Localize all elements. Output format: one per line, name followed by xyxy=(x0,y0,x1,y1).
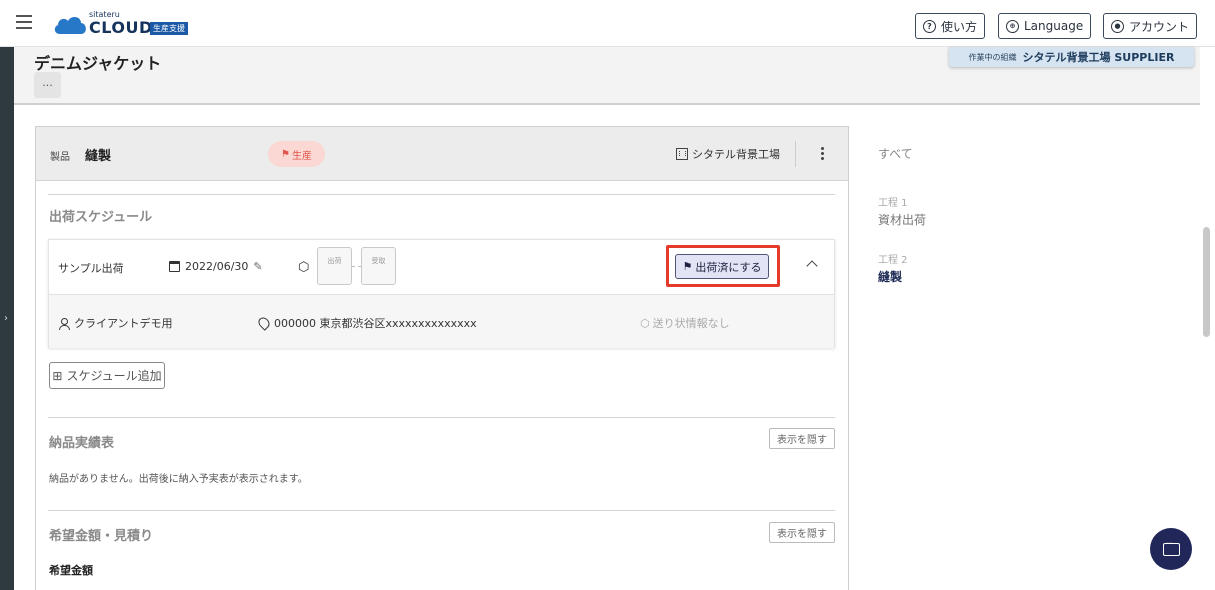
logo-text: CLOUD xyxy=(89,18,153,37)
step-receive: 受取 xyxy=(361,247,396,285)
step-receive-label: 受取 xyxy=(371,257,386,265)
current-org-banner: 作業中の組織 シタテル背景工場 SUPPLIER xyxy=(949,47,1194,67)
package-icon: ⬡ xyxy=(298,260,310,275)
mark-shipped-label: 出荷済にする xyxy=(695,260,762,274)
account-label: アカウント xyxy=(1129,19,1190,34)
hide-estimate-button[interactable]: 表示を隠す xyxy=(769,522,835,543)
divider xyxy=(48,194,835,195)
delivery-record-title: 納品実績表 xyxy=(49,436,115,451)
status-badge: ⚑ 生産 xyxy=(268,141,325,167)
flag-icon: ⚑ xyxy=(281,148,290,160)
date-value: 2022/06/30 xyxy=(185,260,249,273)
sidebar-item-material-shipping[interactable]: 資材出荷 xyxy=(878,211,926,228)
process-card: 製品 縫製 ⚑ 生産 シタテル背景工場 xyxy=(35,126,849,590)
factory-info: シタテル背景工場 xyxy=(676,146,780,162)
process-name: 縫製 xyxy=(85,149,112,164)
language-label: Language xyxy=(1024,19,1084,33)
mark-shipped-button[interactable]: ⚑ 出荷済にする xyxy=(675,254,769,279)
app-logo[interactable]: sitateru CLOUD 生産支援 xyxy=(52,10,202,38)
chat-icon xyxy=(1162,539,1180,556)
address-text: 000000 東京都渋谷区xxxxxxxxxxxxxx xyxy=(274,317,477,330)
cloud-logo-icon xyxy=(54,17,86,34)
chevron-up-icon[interactable] xyxy=(806,258,818,270)
step-ship-label: 出荷 xyxy=(327,257,342,265)
card-header: 製品 縫製 ⚑ 生産 シタテル背景工場 xyxy=(36,127,848,181)
question-icon: ? xyxy=(923,19,936,33)
sidebar-item-sewing[interactable]: 縫製 xyxy=(878,268,902,285)
step-number: 工程 1 xyxy=(878,198,908,209)
package-icon: ⬡ xyxy=(640,316,650,330)
factory-name: シタテル背景工場 xyxy=(692,148,780,161)
step-number: 工程 2 xyxy=(878,255,908,266)
account-button[interactable]: ● アカウント xyxy=(1103,13,1198,39)
empty-message: 納品がありません。出荷後に納入予実表が表示されます。 xyxy=(49,474,308,485)
add-schedule-button[interactable]: ⊞ スケジュール追加 xyxy=(49,362,165,389)
kebab-menu-icon[interactable] xyxy=(812,143,832,163)
sidebar-item-all[interactable]: すべて xyxy=(878,145,913,162)
app-header: sitateru CLOUD 生産支援 ? 使い方 ⊕ Language ● ア… xyxy=(0,0,1215,47)
person-icon xyxy=(59,317,70,330)
step-connector xyxy=(352,266,361,267)
add-schedule-label: スケジュール追加 xyxy=(66,369,162,383)
globe-icon: ⊕ xyxy=(1006,19,1019,33)
address: 000000 東京都渋谷区xxxxxxxxxxxxxx xyxy=(256,315,477,331)
schedule-details-row: クライアントデモ用 000000 東京都渋谷区xxxxxxxxxxxxxx ⬡ … xyxy=(49,294,834,348)
status-label: 生産 xyxy=(291,150,312,162)
chevron-right-icon[interactable]: › xyxy=(4,313,8,324)
side-drawer-strip[interactable]: › xyxy=(0,47,14,590)
divider xyxy=(795,141,796,167)
more-options-button[interactable]: ··· xyxy=(34,72,61,98)
add-box-icon: ⊞ xyxy=(52,368,63,383)
calendar-icon xyxy=(169,261,180,272)
shipping-schedule-title: 出荷スケジュール xyxy=(49,210,153,225)
estimate-title: 希望金額・見積り xyxy=(49,529,154,544)
step-ship: 出荷 xyxy=(317,247,352,285)
divider xyxy=(48,510,835,511)
hamburger-menu-icon[interactable] xyxy=(16,15,32,29)
no-shipping-info-text: 送り状情報なし xyxy=(652,317,730,330)
page-title-area: デニムジャケット ··· 作業中の組織 シタテル背景工場 SUPPLIER xyxy=(14,47,1200,105)
help-button[interactable]: ? 使い方 xyxy=(915,13,986,39)
schedule-label: サンプル出荷 xyxy=(58,262,124,275)
hide-delivery-button[interactable]: 表示を隠す xyxy=(769,428,835,449)
help-label: 使い方 xyxy=(941,19,978,34)
desired-price-label: 希望金額 xyxy=(49,564,93,577)
shipping-schedule-item: サンプル出荷 2022/06/30 ✎ ⬡ 出荷 受取 ⚑ 出荷済にする クライ… xyxy=(48,239,835,348)
shipping-info-status: ⬡ 送り状情報なし xyxy=(640,315,730,331)
logo-badge: 生産支援 xyxy=(150,22,188,35)
recipient: クライアントデモ用 xyxy=(59,315,173,331)
flag-icon: ⚑ xyxy=(682,260,693,273)
schedule-date: 2022/06/30 ✎ xyxy=(169,260,263,273)
edit-pencil-icon[interactable]: ✎ xyxy=(253,260,262,273)
recipient-name: クライアントデモ用 xyxy=(74,317,173,330)
language-button[interactable]: ⊕ Language xyxy=(998,13,1092,39)
divider xyxy=(48,417,835,418)
page-title: デニムジャケット xyxy=(34,54,162,73)
user-circle-icon: ● xyxy=(1111,19,1124,33)
scrollbar[interactable] xyxy=(1203,227,1210,337)
building-icon xyxy=(676,148,688,160)
location-pin-icon xyxy=(256,315,272,331)
product-label: 製品 xyxy=(50,152,70,163)
chat-button[interactable] xyxy=(1150,528,1192,570)
org-label: 作業中の組織 xyxy=(968,52,1017,62)
org-name: シタテル背景工場 SUPPLIER xyxy=(1022,51,1175,64)
